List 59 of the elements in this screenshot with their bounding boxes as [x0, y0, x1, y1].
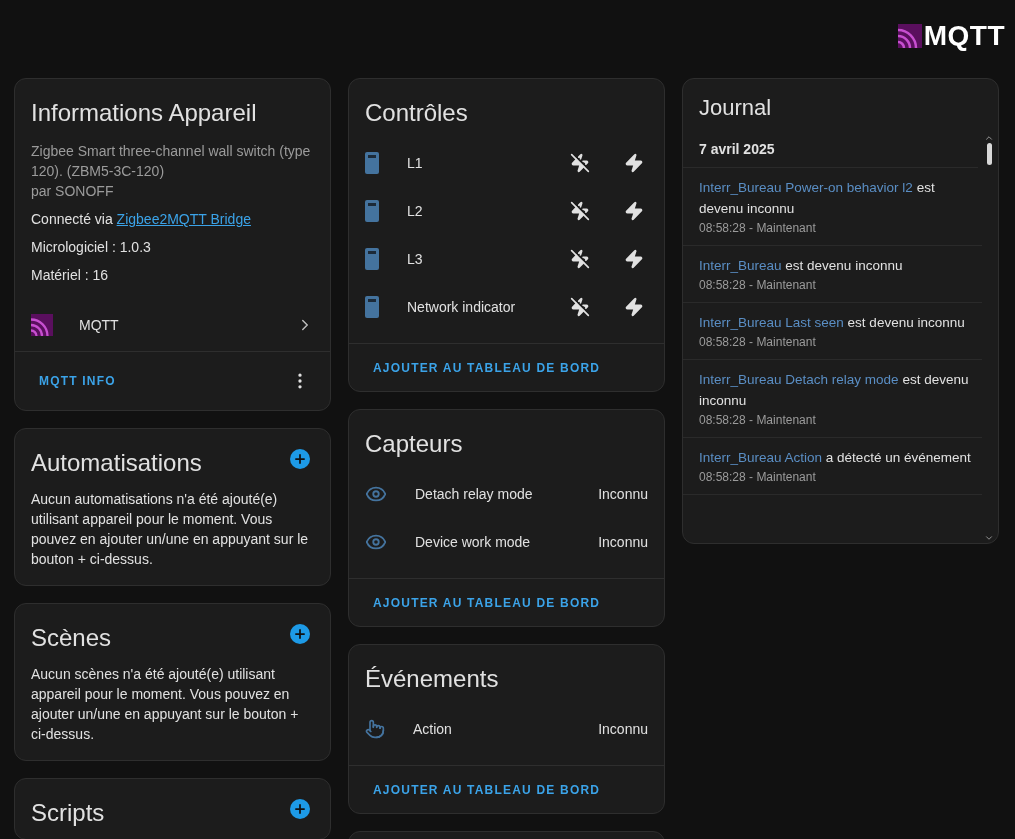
entity-name: Action [413, 721, 453, 737]
wall-switch-icon [365, 248, 379, 270]
log-time: 08:58:28 - Maintenant [699, 335, 817, 349]
log-date: 7 avril 2025 [683, 133, 978, 168]
entity-link[interactable]: Interr_Bureau Detach relay mode [699, 372, 899, 387]
empty-state-text: Aucun automatisations n'a été ajouté(e) utilisant appareil pour le moment. Vous pouvez en ajouter un/une en appuyant sur le bouton + ci-dessus. [30, 490, 310, 569]
integration-item[interactable]: MQTT [15, 299, 330, 351]
entity-name: Device work mode [415, 534, 532, 550]
card-title: Événements [364, 664, 500, 694]
entity-name: L2 [407, 203, 424, 219]
entity-state: Inconnu [598, 486, 648, 502]
connected-via-text: Connecté via Zigbee2MQTT Bridge [30, 210, 252, 229]
entity-name: L3 [407, 251, 424, 267]
card-title: Journal [698, 94, 773, 122]
log-message: Interr_Bureau Last seen est devenu inconnu [699, 314, 966, 332]
log-message: Interr_Bureau Power-on behavior l2 est devenu inconnu [699, 179, 936, 218]
entity-link[interactable]: Interr_Bureau Power-on behavior l2 [699, 180, 913, 195]
card-title: Scènes [30, 623, 113, 653]
log-message: Interr_Bureau Detach relay mode est devenu inconnu [699, 371, 970, 410]
scrollbar-thumb[interactable] [986, 143, 992, 165]
card-title: Automatisations [30, 448, 203, 478]
add-icon[interactable] [290, 799, 310, 819]
add-to-dashboard-button[interactable]: AJOUTER AU TABLEAU DE BORD [357, 774, 617, 805]
entity-link[interactable]: Interr_Bureau Last seen [699, 315, 844, 330]
log-time: 08:58:28 - Maintenant [699, 278, 817, 292]
entity-link[interactable]: Interr_Bureau [699, 258, 782, 273]
wall-switch-icon [365, 200, 379, 222]
log-message: Interr_Bureau est devenu inconnu [699, 257, 904, 275]
add-to-dashboard-button[interactable]: AJOUTER AU TABLEAU DE BORD [357, 587, 617, 618]
device-description: Zigbee Smart three-channel wall switch (type 120). (ZBM5-3C-120) par SONOFF [30, 142, 312, 201]
card-title: Informations Appareil [30, 98, 258, 128]
bridge-link[interactable]: Zigbee2MQTT Bridge [116, 211, 251, 227]
card-title: Scripts [30, 798, 106, 828]
waves-icon [31, 314, 53, 336]
entity-name: Network indicator [407, 299, 517, 315]
empty-state-text: Aucun scènes n'a été ajouté(e) utilisant appareil pour le moment. Vous pouvez en ajouter un/une en appuyant sur le bouton + ci-dessus. [30, 665, 300, 744]
scroll-down-icon[interactable] [984, 533, 994, 543]
log-time: 08:58:28 - Maintenant [699, 470, 817, 484]
entity-name: L1 [407, 155, 424, 171]
tap-icon [365, 719, 385, 739]
hardware-text: Matériel : 16 [30, 266, 110, 285]
add-icon[interactable] [290, 449, 310, 469]
wall-switch-icon [365, 296, 379, 318]
log-time: 08:58:28 - Maintenant [699, 413, 817, 427]
card-title: Capteurs [364, 429, 464, 459]
log-message: Interr_Bureau Action a détecté un événement [699, 449, 972, 467]
entity-link[interactable]: Interr_Bureau Action [699, 450, 823, 465]
log-time: 08:58:28 - Maintenant [699, 221, 817, 235]
card-title: Contrôles [364, 98, 469, 128]
mqtt-logo: MQTT [897, 20, 1005, 52]
entity-state: Inconnu [598, 721, 648, 737]
add-to-dashboard-button[interactable]: AJOUTER AU TABLEAU DE BORD [357, 352, 617, 383]
firmware-text: Micrologiciel : 1.0.3 [30, 238, 152, 257]
scroll-up-icon[interactable] [984, 133, 994, 143]
add-icon[interactable] [290, 624, 310, 644]
entity-name: Detach relay mode [415, 486, 534, 502]
entity-state: Inconnu [598, 534, 648, 550]
mqtt-info-button[interactable]: MQTT INFO [23, 366, 132, 396]
wall-switch-icon [365, 152, 379, 174]
